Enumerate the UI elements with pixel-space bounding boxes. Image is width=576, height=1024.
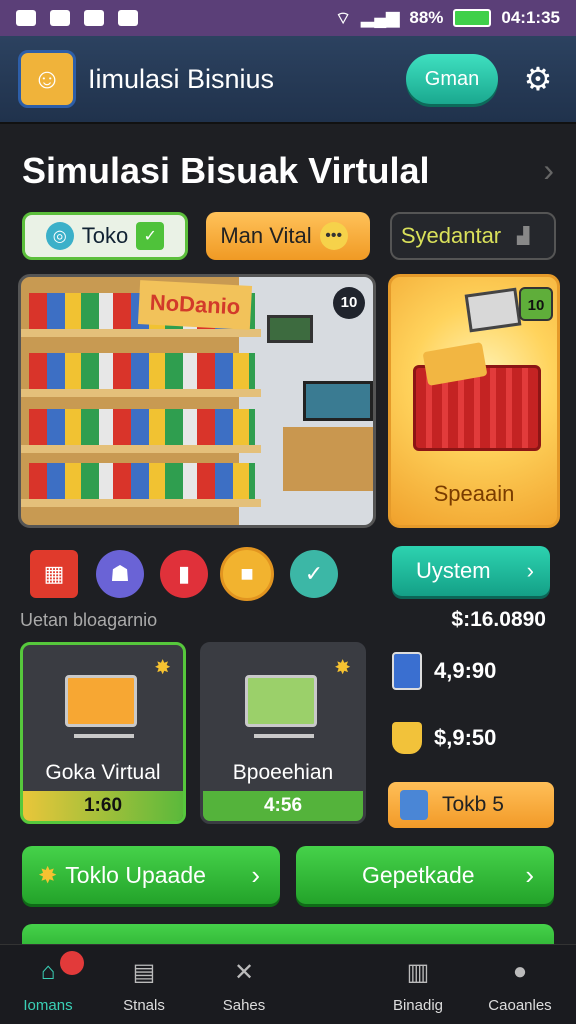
toko-button-label: Tokb 5 xyxy=(442,793,504,816)
page-title: Simulasi Bisuak Virtulal xyxy=(22,150,430,191)
checkout-counter xyxy=(283,427,373,491)
header-action-button[interactable]: Gman xyxy=(406,54,498,104)
gepetkade-button[interactable]: Gepetkade › xyxy=(296,846,554,904)
notification-icon xyxy=(50,10,70,26)
chart-icon: ▤ xyxy=(132,958,156,986)
toko-upgrade-label: Toklo Upaade xyxy=(65,861,206,888)
tab-man-vital[interactable]: Man Vital ••• xyxy=(206,212,370,260)
notification-icon xyxy=(16,10,36,26)
battery-percent: 88% xyxy=(409,8,444,27)
product-card-icon xyxy=(464,287,522,333)
user-icon: ● xyxy=(512,958,528,985)
star-icon: ✸ xyxy=(334,657,351,679)
nav-home[interactable]: ⌂ Iomans xyxy=(0,951,96,1014)
basket-icon[interactable]: ▦ xyxy=(30,550,78,598)
product-card-bpoeehian[interactable]: ✸ Bpoeehian 4:56 xyxy=(200,642,366,824)
chevron-right-icon[interactable]: › xyxy=(543,152,554,189)
section-caption: Uetan bloagarnio xyxy=(20,610,158,630)
cup-icon xyxy=(392,722,422,754)
battery-icon xyxy=(453,9,492,27)
nav-label: Binadig xyxy=(392,997,444,1014)
stat-row: 4,9:90 xyxy=(392,652,496,690)
toko-button[interactable]: Tokb 5 xyxy=(388,782,554,828)
nav-label: Stnals xyxy=(123,997,165,1014)
app-header: ☺ Iimulasi Bisnius Gman ⚙ xyxy=(0,36,576,124)
stat-value: $,9:50 xyxy=(434,725,497,750)
special-offer-label: Speaain xyxy=(433,481,515,506)
gepetkade-label: Gepetkade xyxy=(362,861,475,888)
tab-label: Man Vital xyxy=(220,223,312,248)
main-content: Simulasi Bisuak Virtulal › ◎ Toko ✓ Man … xyxy=(0,124,576,964)
special-count-badge: 10 xyxy=(519,287,553,321)
store-sign: NoDanio xyxy=(137,280,253,330)
tab-label: Syedantar xyxy=(400,223,502,248)
check-icon: ✓ xyxy=(136,222,165,250)
product-price: 4:56 xyxy=(203,791,363,821)
shopping-cart-icon xyxy=(65,675,137,738)
gift-box-icon[interactable]: ■ xyxy=(220,547,274,601)
clock: 04:1:35 xyxy=(501,8,560,27)
system-button[interactable]: Uystem › xyxy=(392,546,550,596)
balance-amount: $:16.0890 xyxy=(451,608,546,631)
tab-syedantar[interactable]: Syedantar ▟ xyxy=(390,212,556,260)
notification-icon xyxy=(118,10,138,26)
chevron-right-icon: › xyxy=(251,859,260,890)
toko-upgrade-button[interactable]: ✸ Toklo Upaade › xyxy=(22,846,280,904)
store-count-badge: 10 xyxy=(333,287,365,319)
nav-stats[interactable]: ▤ Stnals xyxy=(96,955,192,1015)
star-icon: ✸ xyxy=(154,657,171,679)
status-bar: ⌔ ▂▄▆ 88% 04:1:35 xyxy=(0,0,576,36)
product-price: 1:60 xyxy=(23,791,183,821)
stat-row: $,9:50 xyxy=(392,722,496,754)
tablet-icon xyxy=(392,652,422,690)
bottom-navigation: ⌂ Iomans ▤ Stnals ✕ Sahes ▥ Binadig ● Ca… xyxy=(0,944,576,1024)
nav-label: Sahes xyxy=(222,997,266,1014)
tv-screen xyxy=(267,315,313,343)
chevron-right-icon: › xyxy=(525,859,534,890)
nav-label: Caoanles xyxy=(488,997,552,1014)
notification-icon xyxy=(84,10,104,26)
system-button-label: Uystem xyxy=(416,558,491,583)
nav-profile[interactable]: ● Caoanles xyxy=(472,955,568,1014)
app-logo: ☺ xyxy=(18,50,76,108)
shopping-cart-icon xyxy=(245,675,317,738)
product-title: Goka Virtual xyxy=(45,761,161,784)
notification-badge xyxy=(60,951,84,975)
profile-icon[interactable]: ☗ xyxy=(96,550,144,598)
chart-icon: ▟ xyxy=(516,228,530,245)
coupon-icon[interactable]: ▮ xyxy=(160,550,208,598)
nav-label: Iomans xyxy=(23,997,73,1014)
signal-icon: ▂▄▆ xyxy=(361,8,400,27)
product-title: Bpoeehian xyxy=(232,761,334,784)
special-offer-card[interactable]: 10 Speaain xyxy=(388,274,560,528)
checkout-monitor xyxy=(303,381,373,421)
nav-sales[interactable]: ✕ Sahes xyxy=(196,955,292,1015)
tab-label: Toko xyxy=(81,223,129,248)
nav-building[interactable]: ▥ Binadig xyxy=(370,955,466,1015)
product-card-goka[interactable]: ✸ Goka Virtual 1:60 xyxy=(20,642,186,824)
store-scene-image[interactable]: NoDanio 10 xyxy=(18,274,376,528)
tools-icon: ✕ xyxy=(233,958,255,986)
settings-gear-icon[interactable]: ⚙ xyxy=(518,59,558,99)
checkmark-icon[interactable]: ✓ xyxy=(290,550,338,598)
chevron-right-icon: › xyxy=(526,558,534,583)
wifi-icon: ⌔ xyxy=(335,8,352,28)
store-icon: ▥ xyxy=(406,958,430,986)
app-title: Iimulasi Bisnius xyxy=(88,63,275,94)
store-icon: ◎ xyxy=(45,222,74,250)
star-icon: ✸ xyxy=(38,861,58,888)
chat-icon: ••• xyxy=(319,222,348,250)
ticket-icon xyxy=(400,790,428,820)
tab-toko[interactable]: ◎ Toko ✓ xyxy=(22,212,188,260)
stat-value: 4,9:90 xyxy=(434,658,497,683)
